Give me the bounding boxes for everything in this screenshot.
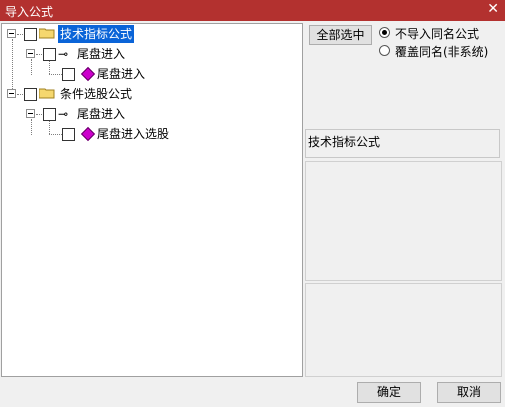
node-checkbox[interactable] [62,128,75,141]
formula-tree[interactable]: 技术指标公式 ⊸ 尾盘进入 尾盘进入 条件选股公式 ⊸ 尾盘进入 尾盘进入选股 [1,23,303,377]
tree-node-label: 尾盘进入选股 [97,127,170,141]
tree-node-label: 技术指标公式 [58,25,135,43]
tree-node-stock-selection-formulas[interactable]: 条件选股公式 [2,85,202,103]
radio-skip-duplicates[interactable] [379,27,390,38]
formula-detail-box [305,283,502,377]
close-icon[interactable]: ✕ [487,1,499,17]
radio-overwrite-duplicates[interactable] [379,45,390,56]
formula-group-icon: ⊸ [58,47,69,61]
folder-icon [39,28,55,39]
tree-node-label: 尾盘进入 [77,47,126,61]
collapse-toggle[interactable] [7,29,16,38]
node-checkbox[interactable] [24,28,37,41]
formula-type-text: 技术指标公式 [308,135,381,149]
node-checkbox[interactable] [43,108,56,121]
folder-icon [39,88,55,99]
tree-node-label: 尾盘进入 [97,67,146,81]
tree-node-label: 条件选股公式 [60,87,133,101]
tree-node-formula-group[interactable]: ⊸ 尾盘进入 [2,45,202,63]
collapse-toggle[interactable] [7,89,16,98]
formula-icon [80,66,96,82]
title-bar: 导入公式 ✕ [0,0,505,21]
tree-node-formula-group[interactable]: ⊸ 尾盘进入 [2,105,202,123]
collapse-toggle[interactable] [26,49,35,58]
tree-node-formula[interactable]: 尾盘进入选股 [2,125,202,143]
collapse-toggle[interactable] [26,109,35,118]
node-checkbox[interactable] [43,48,56,61]
tree-node-technical-formulas[interactable]: 技术指标公式 [2,25,202,43]
node-checkbox[interactable] [24,88,37,101]
radio-overwrite-duplicates-label: 覆盖同名(非系统) [395,45,489,59]
radio-skip-duplicates-label: 不导入同名公式 [395,27,480,41]
cancel-button[interactable]: 取消 [437,382,501,403]
formula-description-box [305,161,502,281]
select-all-button[interactable]: 全部选中 [309,25,372,45]
formula-icon [80,126,96,142]
ok-button[interactable]: 确定 [357,382,421,403]
node-checkbox[interactable] [62,68,75,81]
formula-group-icon: ⊸ [58,107,69,121]
formula-info-panel: 技术指标公式 [305,129,500,158]
tree-node-label: 尾盘进入 [77,107,126,121]
tree-node-formula[interactable]: 尾盘进入 [2,65,202,83]
window-title: 导入公式 [5,5,54,19]
